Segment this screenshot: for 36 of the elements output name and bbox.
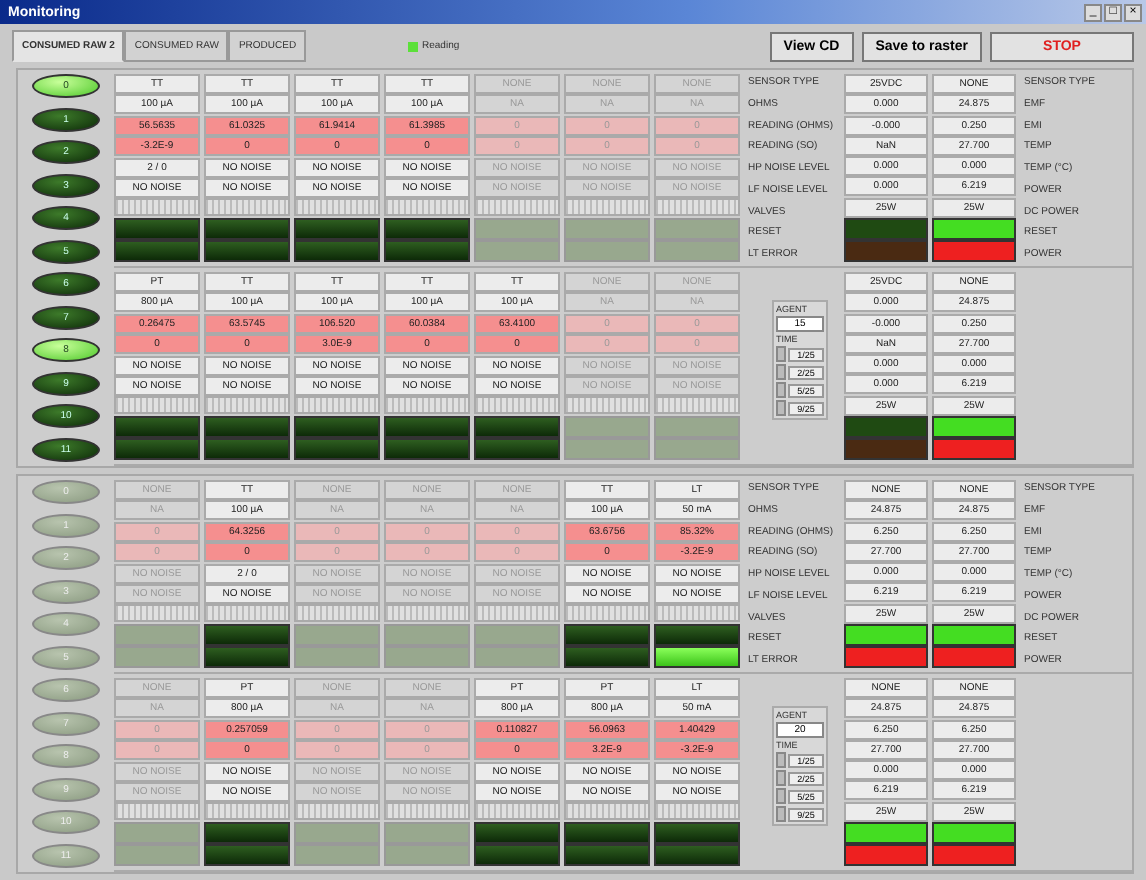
checkbox[interactable]: [776, 770, 786, 786]
valve-bar: [204, 604, 290, 623]
checkbox[interactable]: [776, 382, 786, 398]
valve-bar: [384, 604, 470, 623]
valve-bar: [114, 802, 200, 821]
valve-bar: [294, 198, 380, 217]
valve-bar: [654, 198, 740, 217]
valve-bar: [564, 604, 650, 623]
checkbox[interactable]: [776, 346, 786, 362]
valve-bar: [204, 802, 290, 821]
valve-bar: [564, 802, 650, 821]
valve-bar: [294, 802, 380, 821]
valve-bar: [384, 198, 470, 217]
valve-bar: [114, 396, 200, 415]
valve-bar: [474, 604, 560, 623]
valve-bar: [114, 604, 200, 623]
valve-bar: [564, 396, 650, 415]
valve-bar: [204, 198, 290, 217]
checkbox[interactable]: [776, 806, 786, 822]
valve-bar: [474, 198, 560, 217]
checkbox[interactable]: [776, 752, 786, 768]
valve-bar: [114, 198, 200, 217]
valve-bar: [384, 396, 470, 415]
checkbox[interactable]: [776, 788, 786, 804]
valve-bar: [654, 396, 740, 415]
valve-bar: [384, 802, 470, 821]
valve-bar: [204, 396, 290, 415]
checkbox[interactable]: [776, 400, 786, 416]
valve-bar: [654, 802, 740, 821]
valve-bar: [474, 802, 560, 821]
valve-bar: [654, 604, 740, 623]
valve-bar: [294, 396, 380, 415]
valve-bar: [294, 604, 380, 623]
valve-bar: [564, 198, 650, 217]
valve-bar: [474, 396, 560, 415]
checkbox[interactable]: [776, 364, 786, 380]
